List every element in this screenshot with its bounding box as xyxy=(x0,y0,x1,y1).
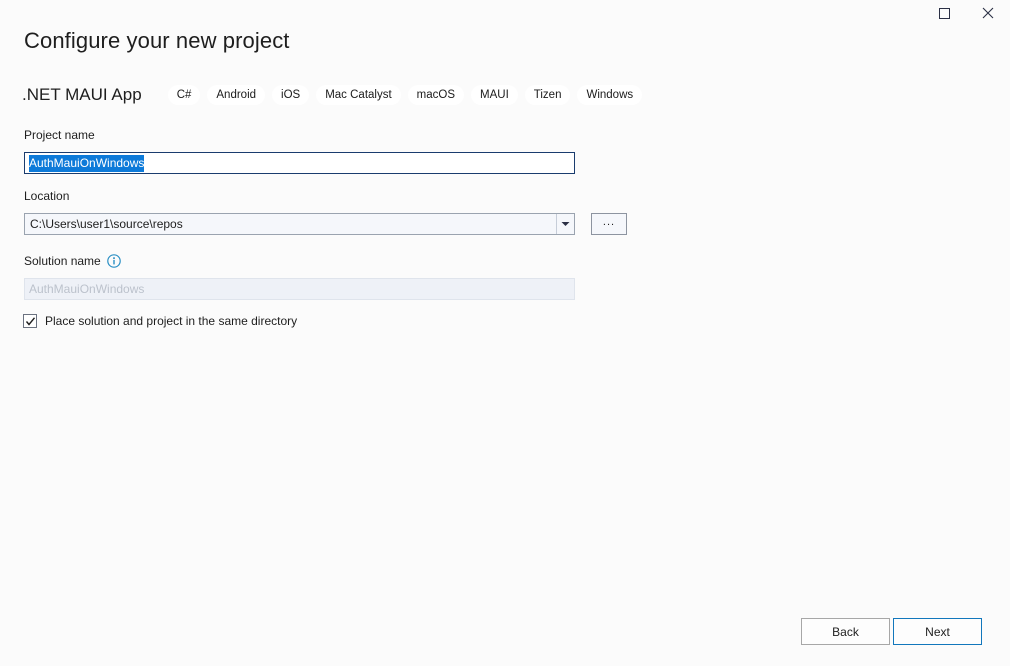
template-tag-csharp: C# xyxy=(168,85,201,105)
template-tag-macos: macOS xyxy=(408,85,464,105)
page-title: Configure your new project xyxy=(24,28,290,54)
close-button[interactable] xyxy=(966,0,1010,26)
solution-name-input: AuthMauiOnWindows xyxy=(24,278,575,300)
location-value: C:\Users\user1\source\repos xyxy=(25,214,556,234)
check-icon xyxy=(25,316,36,327)
info-icon[interactable] xyxy=(107,254,121,268)
solution-name-label-text: Solution name xyxy=(24,254,101,268)
solution-name-value: AuthMauiOnWindows xyxy=(29,282,144,296)
maximize-button[interactable] xyxy=(922,0,966,26)
chevron-down-icon[interactable] xyxy=(556,214,574,234)
location-combobox[interactable]: C:\Users\user1\source\repos xyxy=(24,213,575,235)
close-icon xyxy=(982,7,994,19)
template-tag-ios: iOS xyxy=(272,85,309,105)
browse-location-button[interactable]: ... xyxy=(591,213,627,235)
template-name: .NET MAUI App xyxy=(22,85,142,105)
maximize-icon xyxy=(939,8,950,19)
back-button[interactable]: Back xyxy=(801,618,890,645)
template-tag-android: Android xyxy=(207,85,265,105)
template-tag-windows: Windows xyxy=(577,85,642,105)
template-tag-tizen: Tizen xyxy=(525,85,571,105)
next-button[interactable]: Next xyxy=(893,618,982,645)
same-directory-label: Place solution and project in the same d… xyxy=(45,314,297,328)
project-name-label: Project name xyxy=(24,128,95,142)
project-name-value: AuthMauiOnWindows xyxy=(29,155,144,172)
template-tag-maui: MAUI xyxy=(471,85,518,105)
project-name-input[interactable]: AuthMauiOnWindows xyxy=(24,152,575,174)
same-directory-checkbox[interactable] xyxy=(23,314,37,328)
solution-name-label: Solution name xyxy=(24,254,121,268)
title-bar xyxy=(0,0,1010,26)
location-label: Location xyxy=(24,189,69,203)
template-tag-mac-catalyst: Mac Catalyst xyxy=(316,85,400,105)
template-summary: .NET MAUI App C# Android iOS Mac Catalys… xyxy=(22,82,649,108)
same-directory-checkbox-row[interactable]: Place solution and project in the same d… xyxy=(23,314,297,328)
